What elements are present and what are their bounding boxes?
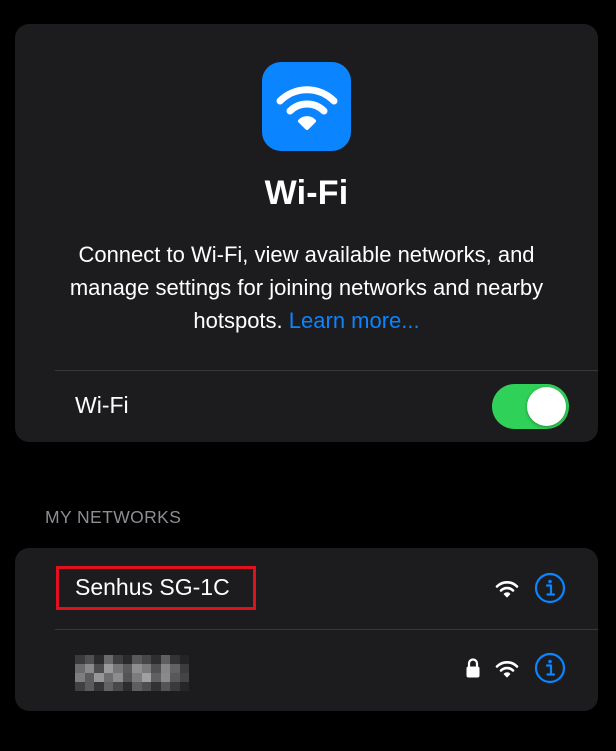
info-icon[interactable] [534,572,566,604]
obscured-network-name [75,655,189,691]
lock-icon [466,658,480,678]
wifi-toggle-label: Wi-Fi [75,392,129,418]
my-networks-list: Senhus SG-1C [15,548,598,711]
learn-more-link[interactable]: Learn more... [289,308,420,333]
toggle-knob [527,387,566,426]
my-networks-section-header: MY NETWORKS [45,507,182,527]
info-icon[interactable] [534,652,566,684]
wifi-toggle-row: Wi-Fi [15,371,598,442]
header-description: Connect to Wi-Fi, view available network… [45,238,568,337]
highlight-box [56,566,256,610]
wifi-header-card: Wi-Fi Connect to Wi-Fi, view available n… [15,24,598,442]
wifi-signal-icon [495,581,519,598]
wifi-icon [262,62,351,151]
network-row-obscured[interactable] [15,630,598,711]
wifi-signal-icon [495,661,519,678]
wifi-settings-screen: Wi-Fi Connect to Wi-Fi, view available n… [0,0,616,751]
wifi-toggle-switch[interactable] [492,384,569,429]
network-row-senhus[interactable]: Senhus SG-1C [15,548,598,629]
page-title: Wi-Fi [264,174,349,212]
